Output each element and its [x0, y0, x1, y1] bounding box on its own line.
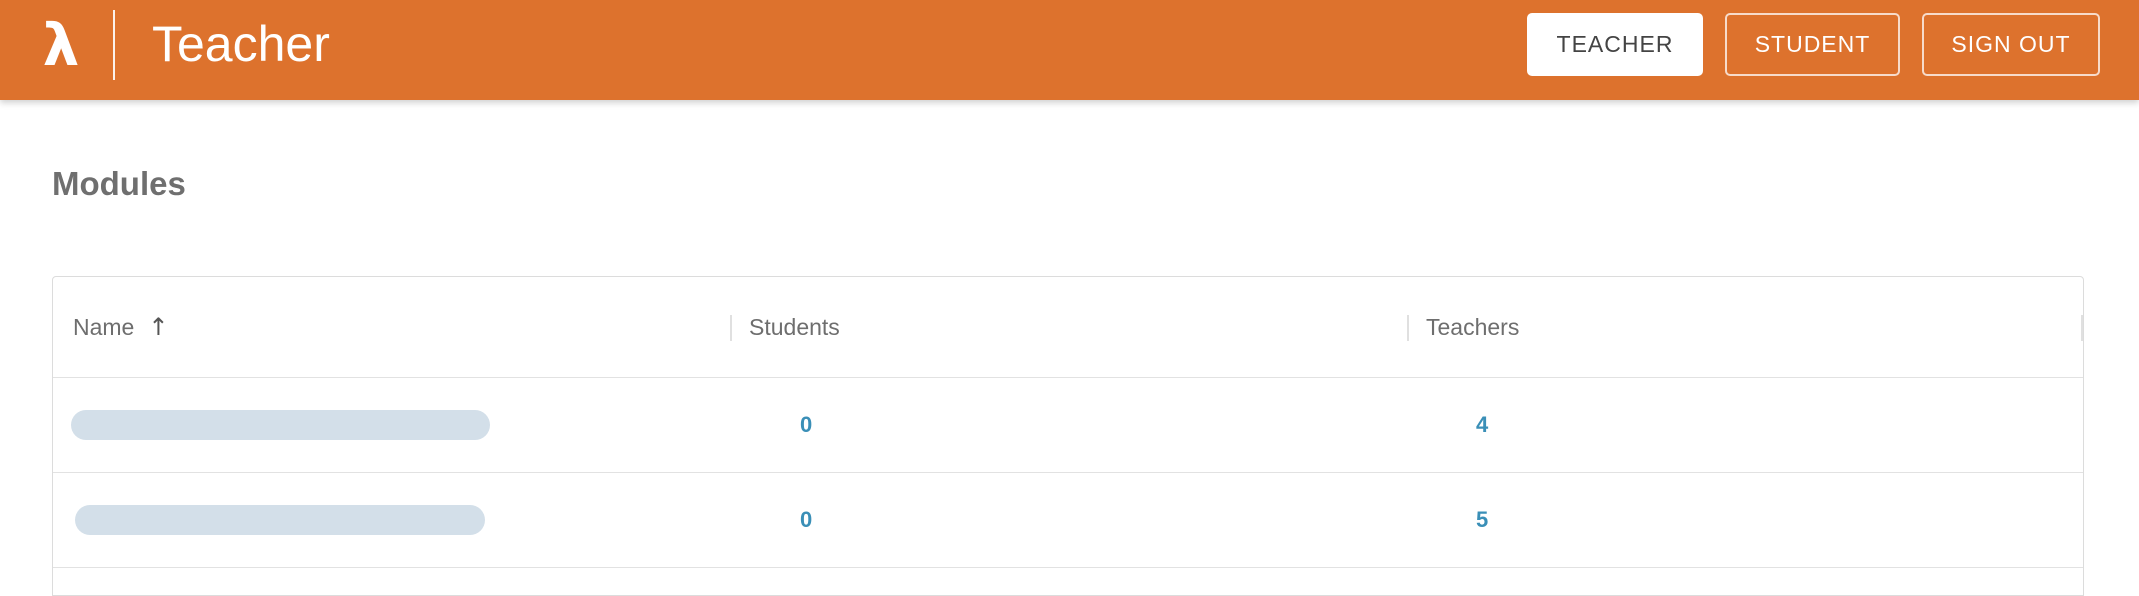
column-resize-handle[interactable]: [1407, 315, 1409, 341]
modules-table: Name ↑ Students Teachers 0 4 0 5: [52, 276, 2084, 596]
module-name-redacted[interactable]: [75, 505, 485, 535]
app-title: Teacher: [152, 16, 330, 72]
teacher-nav-button[interactable]: TEACHER: [1527, 13, 1703, 76]
students-count-link[interactable]: 0: [800, 378, 812, 472]
column-resize-handle[interactable]: [730, 315, 732, 341]
column-header-students[interactable]: Students: [749, 277, 840, 377]
arrow-up-icon[interactable]: ↑: [148, 277, 168, 377]
logo-divider: [113, 10, 115, 80]
lambda-logo-icon[interactable]: λ: [36, 10, 86, 80]
top-app-bar: λ Teacher TEACHER STUDENT SIGN OUT: [0, 0, 2139, 100]
column-header-name[interactable]: Name ↑: [73, 277, 168, 377]
page-title: Modules: [52, 165, 186, 202]
sign-out-button[interactable]: SIGN OUT: [1922, 13, 2100, 76]
student-nav-button[interactable]: STUDENT: [1725, 13, 1900, 76]
column-resize-handle[interactable]: [2081, 315, 2083, 341]
table-row[interactable]: 0 5: [53, 473, 2083, 568]
teachers-count-link[interactable]: 4: [1476, 378, 1488, 472]
column-header-name-label: Name: [73, 314, 135, 340]
column-header-teachers[interactable]: Teachers: [1426, 277, 1519, 377]
students-count-link[interactable]: 0: [800, 473, 812, 567]
teachers-count-link[interactable]: 5: [1476, 473, 1488, 567]
table-row[interactable]: 0 4: [53, 378, 2083, 473]
module-name-redacted[interactable]: [71, 410, 490, 440]
table-header: Name ↑ Students Teachers: [53, 277, 2083, 378]
